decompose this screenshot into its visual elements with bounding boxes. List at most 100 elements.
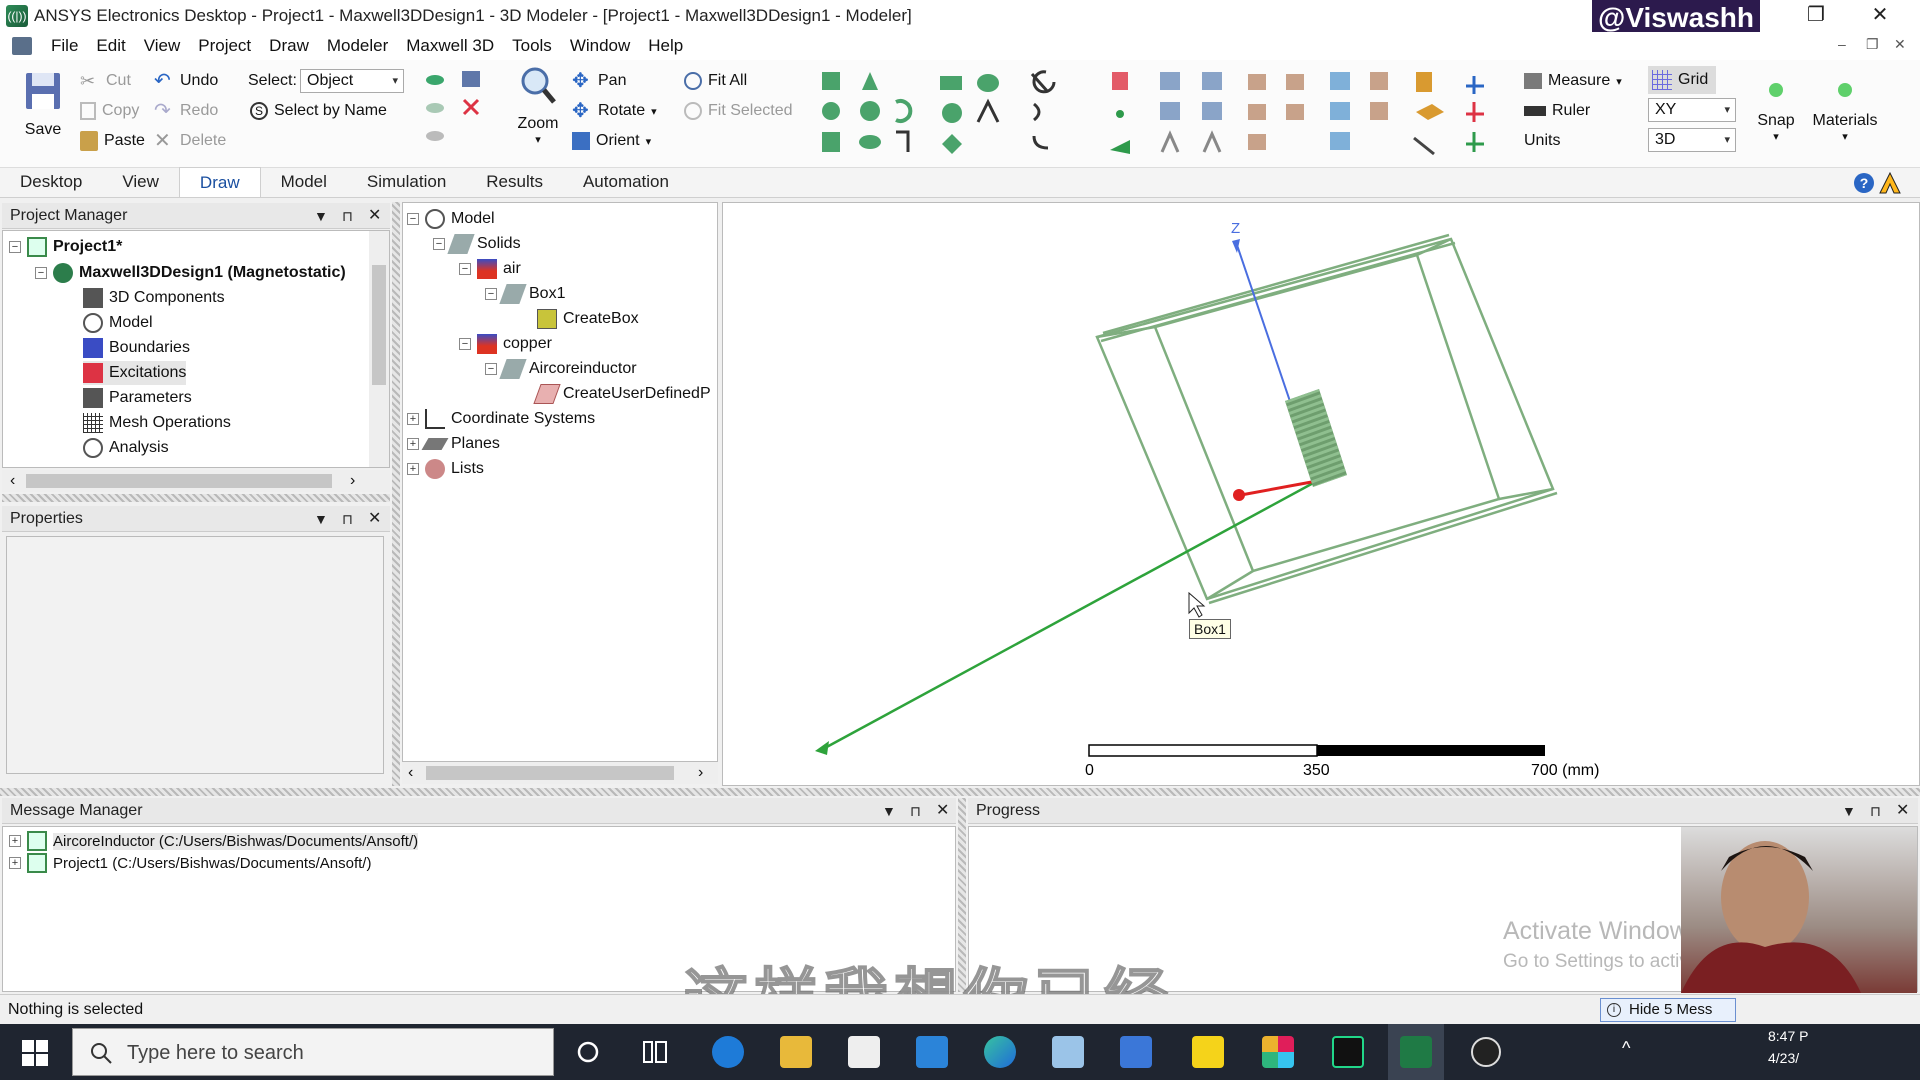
message-entry[interactable]: + Project1 (C:/Users/Bishwas/Documents/An… <box>9 851 371 875</box>
tree-createuserdefined[interactable]: CreateUserDefinedP <box>533 382 711 406</box>
collapse-toggle-icon[interactable]: − <box>459 338 471 350</box>
draw-solids-tools[interactable] <box>818 66 928 162</box>
grid-toggle-button[interactable]: Grid <box>1648 66 1717 94</box>
menu-maxwell3d[interactable]: Maxwell 3D <box>397 36 503 56</box>
tree-material-air[interactable]: − air <box>459 257 521 281</box>
close-icon[interactable]: ✕ <box>936 798 949 824</box>
save-button[interactable]: Save <box>18 70 68 139</box>
vertical-scrollbar[interactable] <box>369 231 389 467</box>
pin-icon[interactable]: ⊓ <box>1870 798 1881 824</box>
tree-createbox[interactable]: CreateBox <box>537 307 639 331</box>
scroll-left-icon[interactable]: ‹ <box>10 472 15 490</box>
mdi-close-button[interactable]: ✕ <box>1894 36 1906 53</box>
cortana-icon[interactable] <box>576 1040 600 1064</box>
expand-toggle-icon[interactable]: + <box>407 438 419 450</box>
close-icon[interactable]: ✕ <box>368 506 381 532</box>
panel-dropdown-icon[interactable]: ▼ <box>882 798 896 824</box>
tree-item-model[interactable]: Model <box>83 311 153 335</box>
menu-draw[interactable]: Draw <box>260 36 318 56</box>
taskbar-active-app[interactable] <box>1388 1024 1444 1080</box>
expand-toggle-icon[interactable]: + <box>9 857 21 869</box>
draw-sheets-tools[interactable] <box>936 66 1076 162</box>
view-mode-dropdown[interactable]: 3D ▾ <box>1648 128 1736 152</box>
windows-start-icon[interactable] <box>22 1040 48 1066</box>
copy-button[interactable]: Copy <box>80 98 139 124</box>
visibility-toggle-icon[interactable] <box>424 68 446 90</box>
collapse-toggle-icon[interactable]: − <box>485 288 497 300</box>
window-restore-button[interactable]: ❐ <box>1788 0 1844 32</box>
scroll-thumb[interactable] <box>26 474 332 488</box>
orient-button[interactable]: Orient ▾ <box>572 128 651 154</box>
tree-material-copper[interactable]: − copper <box>459 332 552 356</box>
paste-button[interactable]: Paste <box>80 128 145 154</box>
fit-selected-button[interactable]: Fit Selected <box>684 98 792 124</box>
menu-view[interactable]: View <box>135 36 190 56</box>
tab-draw[interactable]: Draw <box>178 167 261 197</box>
scroll-left-icon[interactable]: ‹ <box>408 764 413 782</box>
tree-design[interactable]: − Maxwell3DDesign1 (Magnetostatic) <box>35 261 346 285</box>
snap-button[interactable]: Snap ▾ <box>1748 68 1804 143</box>
redo-button[interactable]: ↷ Redo <box>154 98 218 124</box>
delete-button[interactable]: ✕ Delete <box>154 128 226 154</box>
grid-plane-dropdown[interactable]: XY ▾ <box>1648 98 1736 122</box>
scroll-right-icon[interactable]: › <box>698 764 703 782</box>
mdi-minimize-button[interactable]: – <box>1838 36 1846 52</box>
tree-item-mesh-operations[interactable]: Mesh Operations <box>83 411 231 435</box>
panel-dropdown-icon[interactable]: ▼ <box>314 203 328 229</box>
menu-window[interactable]: Window <box>561 36 639 56</box>
tab-desktop[interactable]: Desktop <box>0 167 102 197</box>
menu-file[interactable]: File <box>42 36 87 56</box>
menu-project[interactable]: Project <box>189 36 260 56</box>
edge-icon[interactable] <box>984 1036 1016 1068</box>
menu-tools[interactable]: Tools <box>503 36 561 56</box>
store-icon[interactable] <box>848 1036 880 1068</box>
obs-icon[interactable] <box>1470 1036 1502 1068</box>
splitter[interactable] <box>2 494 390 502</box>
whiteboard-icon[interactable] <box>1120 1036 1152 1068</box>
hide-messages-button[interactable]: i Hide 5 Mess <box>1600 998 1736 1022</box>
collapse-toggle-icon[interactable]: − <box>9 241 21 253</box>
pin-icon[interactable]: ⊓ <box>910 798 921 824</box>
tree-item-boundaries[interactable]: Boundaries <box>83 336 190 360</box>
tab-automation[interactable]: Automation <box>563 167 689 197</box>
materials-button[interactable]: Materials ▾ <box>1806 68 1884 143</box>
file-explorer-icon[interactable] <box>780 1036 812 1068</box>
visualization-icon[interactable] <box>460 68 482 90</box>
close-icon[interactable]: ✕ <box>1896 798 1909 824</box>
edge-legacy-icon[interactable] <box>712 1036 744 1068</box>
expand-toggle-icon[interactable]: + <box>407 413 419 425</box>
select-mode-dropdown[interactable]: Object ▾ <box>300 69 404 93</box>
tree-aircoreinductor[interactable]: − Aircoreinductor <box>485 357 637 381</box>
vertical-splitter[interactable] <box>392 202 400 786</box>
scroll-thumb[interactable] <box>426 766 674 780</box>
ruler-button[interactable]: Ruler <box>1524 98 1590 124</box>
model-geometry-drawing[interactable]: Z 0 350 700 (mm) <box>723 203 1919 785</box>
tab-results[interactable]: Results <box>466 167 563 197</box>
tree-item-analysis[interactable]: Analysis <box>83 436 169 460</box>
mail-icon[interactable] <box>916 1036 948 1068</box>
expand-toggle-icon[interactable]: + <box>9 835 21 847</box>
cut-button[interactable]: ✂ Cut <box>80 68 131 94</box>
pycharm-icon[interactable] <box>1332 1036 1364 1068</box>
tree-item-parameters[interactable]: Parameters <box>83 386 192 410</box>
panel-dropdown-icon[interactable]: ▼ <box>1842 798 1856 824</box>
model-tree-horizontal-scrollbar[interactable]: ‹ › <box>402 762 718 784</box>
tab-view[interactable]: View <box>102 167 179 197</box>
collapse-toggle-icon[interactable]: − <box>407 213 419 225</box>
mdi-restore-button[interactable]: ❐ <box>1866 36 1879 53</box>
app-icon[interactable] <box>1052 1036 1084 1068</box>
modeler-operations-tools[interactable] <box>1108 66 1388 162</box>
tree-project[interactable]: − Project1* <box>9 235 122 259</box>
tree-coordinate-systems[interactable]: + Coordinate Systems <box>407 407 595 431</box>
taskbar-search-box[interactable]: Type here to search <box>72 1028 554 1076</box>
menu-help[interactable]: Help <box>639 36 692 56</box>
tree-solids[interactable]: − Solids <box>433 232 521 256</box>
rotate-button[interactable]: ✥ Rotate ▾ <box>572 98 657 124</box>
horizontal-splitter[interactable] <box>0 788 1920 796</box>
tree-model[interactable]: − Model <box>407 207 495 231</box>
expand-toggle-icon[interactable]: + <box>407 463 419 475</box>
select-by-name-button[interactable]: S Select by Name <box>250 98 387 124</box>
document-icon[interactable] <box>12 37 32 55</box>
close-icon[interactable]: ✕ <box>368 203 381 229</box>
tab-model[interactable]: Model <box>261 167 347 197</box>
